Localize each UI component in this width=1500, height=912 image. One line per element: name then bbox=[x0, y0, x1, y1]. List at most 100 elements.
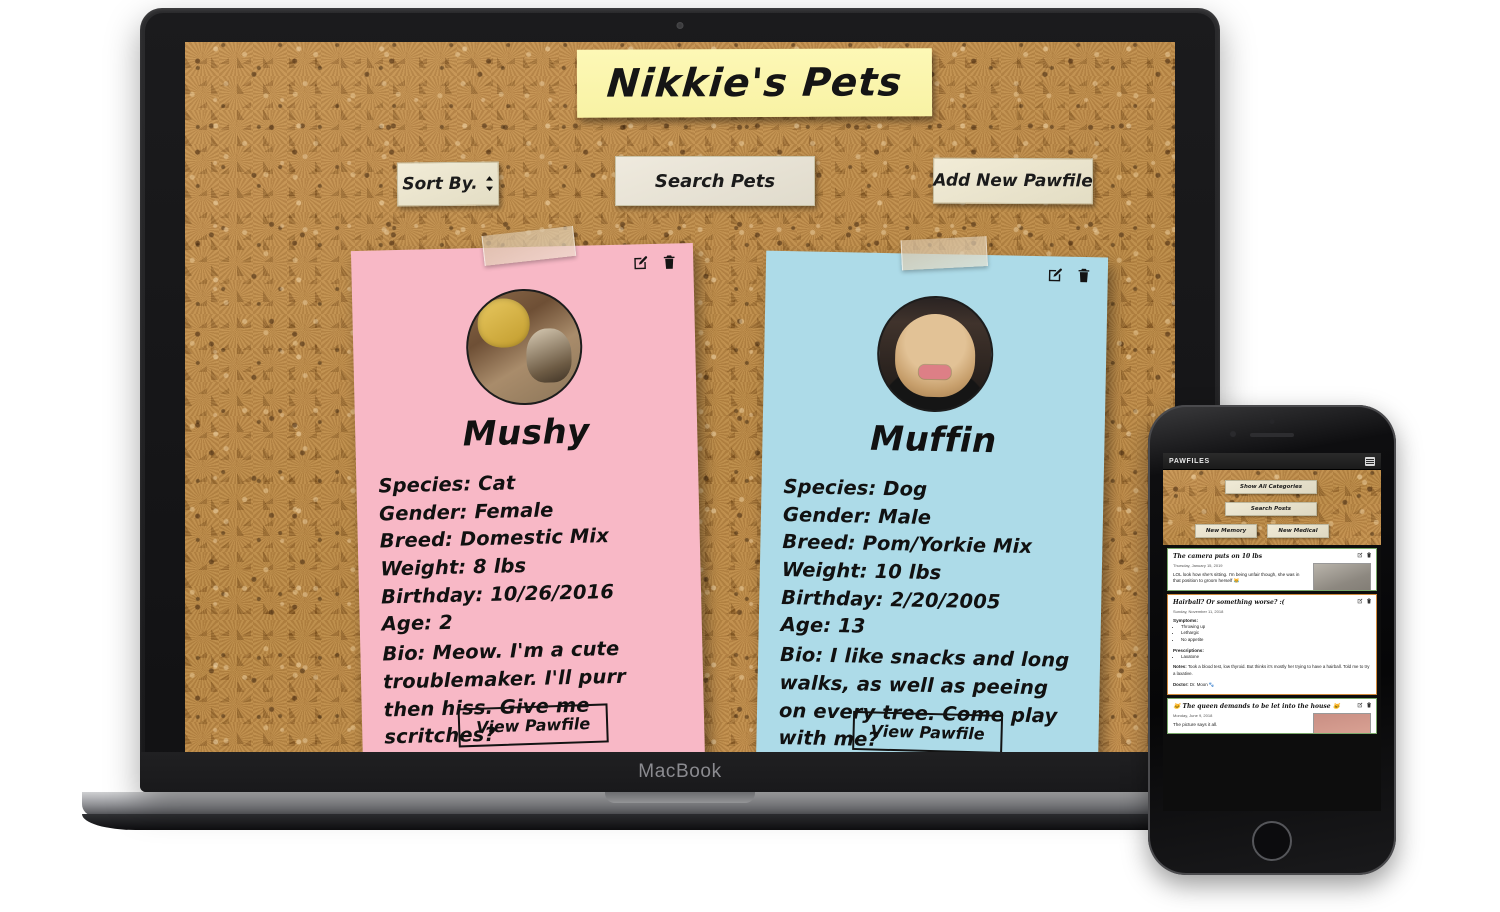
edit-icon[interactable] bbox=[1357, 702, 1363, 708]
add-new-pawfile-button[interactable]: Add New Pawfile bbox=[932, 157, 1094, 205]
page-title-note: Nikkie's Pets bbox=[576, 48, 933, 118]
field-weight-value: 10 lbs bbox=[874, 559, 942, 585]
home-button[interactable] bbox=[1252, 821, 1292, 861]
trash-icon[interactable] bbox=[1366, 598, 1372, 604]
post-body: The picture says it all. bbox=[1173, 721, 1218, 727]
new-memory-button[interactable]: New Memory bbox=[1195, 524, 1257, 538]
pet-card[interactable]: Mushy Species: Cat Gender: Female Breed: bbox=[350, 225, 706, 752]
edit-icon[interactable] bbox=[632, 254, 649, 271]
field-bio-label: Bio: bbox=[779, 643, 824, 667]
field-gender-label: Gender: bbox=[782, 502, 872, 528]
view-pawfile-button[interactable]: View Pawfile bbox=[457, 703, 609, 748]
doctor-line: Doctor: Dr. Moon 🐾 bbox=[1173, 682, 1371, 689]
field-breed-value: Pom/Yorkie Mix bbox=[862, 531, 1033, 559]
field-age: Age: 2 bbox=[381, 604, 680, 639]
post-card[interactable]: The camera puts on 10 lbs Thursday, Janu… bbox=[1167, 548, 1377, 592]
macbook-chin: MacBook bbox=[140, 752, 1220, 792]
post-card[interactable]: 🐱 The queen demands to be let into the h… bbox=[1167, 698, 1377, 735]
field-species-value: Dog bbox=[883, 477, 928, 501]
field-breed-value: Domestic Mix bbox=[459, 524, 610, 551]
card-actions bbox=[632, 253, 677, 271]
post-title: The camera puts on 10 lbs bbox=[1173, 553, 1263, 560]
prescriptions-label: Prescriptions: bbox=[1173, 647, 1204, 653]
edit-icon[interactable] bbox=[1047, 266, 1064, 283]
trash-icon[interactable] bbox=[661, 253, 677, 270]
trash-icon[interactable] bbox=[1366, 552, 1372, 558]
list-item: Lethargic bbox=[1181, 630, 1371, 637]
post-thumbnail bbox=[1313, 713, 1371, 734]
field-species-label: Species: bbox=[378, 472, 472, 498]
search-posts-button[interactable]: Search Posts bbox=[1225, 502, 1317, 516]
list-item: No appetite bbox=[1181, 637, 1371, 644]
screenshot-stage: Nikkie's Pets Sort By. Search Pets Add N… bbox=[0, 0, 1500, 912]
new-medical-button[interactable]: New Medical bbox=[1267, 524, 1329, 538]
field-gender-label: Gender: bbox=[378, 500, 468, 526]
field-weight-value: 8 lbs bbox=[472, 554, 527, 579]
macbook-base-notch bbox=[605, 792, 755, 803]
notes-value: Took a blood test, low thyroid. But thin… bbox=[1173, 664, 1370, 676]
trash-icon[interactable] bbox=[1366, 702, 1372, 708]
list-item: Throwing up bbox=[1181, 624, 1371, 631]
pet-avatar bbox=[876, 294, 995, 414]
edit-icon[interactable] bbox=[1357, 598, 1363, 604]
pet-name: Muffin bbox=[869, 418, 998, 462]
macbook-lid: Nikkie's Pets Sort By. Search Pets Add N… bbox=[140, 8, 1220, 792]
field-weight-label: Weight: bbox=[781, 558, 868, 583]
notes-label: Notes: bbox=[1173, 664, 1187, 670]
post-title: 🐱 The queen demands to be let into the h… bbox=[1173, 703, 1341, 711]
symptoms-list: Throwing up Lethargic No appetite bbox=[1181, 624, 1371, 644]
show-all-categories-button[interactable]: Show All Categories bbox=[1225, 480, 1317, 494]
chevron-updown-icon bbox=[485, 176, 494, 192]
view-pawfile-button[interactable]: View Pawfile bbox=[852, 710, 1004, 752]
field-birthday-label: Birthday: bbox=[380, 582, 484, 609]
post-actions bbox=[1357, 702, 1372, 708]
card-actions bbox=[1047, 266, 1092, 284]
field-breed-label: Breed: bbox=[379, 528, 454, 553]
pet-details: Species: Dog Gender: Male Breed: Pom/Yor… bbox=[778, 473, 1082, 752]
prescriptions-list: Laxatone bbox=[1181, 654, 1371, 661]
field-birthday-value: 2/20/2005 bbox=[890, 587, 1001, 614]
field-age: Age: 13 bbox=[780, 611, 1078, 645]
webcam-icon bbox=[676, 22, 684, 29]
field-bio-label: Bio: bbox=[382, 641, 426, 666]
pet-card[interactable]: Muffin Species: Dog Gender: Male Breed: bbox=[755, 236, 1109, 752]
post-card[interactable]: Hairball? Or something worse? :( Sunday,… bbox=[1167, 594, 1377, 696]
trash-icon[interactable] bbox=[1076, 267, 1092, 284]
pet-avatar bbox=[464, 287, 584, 407]
post-date: Sunday, November 11, 2018 bbox=[1173, 608, 1224, 614]
pet-name: Mushy bbox=[462, 411, 591, 455]
field-age-label: Age: bbox=[780, 613, 832, 638]
toolbar: Sort By. Search Pets Add New Pawfile bbox=[185, 152, 1175, 208]
field-age-value: 2 bbox=[438, 611, 454, 635]
field-species-label: Species: bbox=[783, 475, 877, 500]
search-pets-input[interactable]: Search Pets bbox=[615, 156, 815, 206]
post-actions bbox=[1357, 598, 1372, 604]
field-gender-value: Male bbox=[878, 504, 932, 529]
list-item: Laxatone bbox=[1181, 654, 1371, 661]
edit-icon[interactable] bbox=[1357, 552, 1363, 558]
field-age-value: 13 bbox=[837, 614, 866, 639]
macbook-foot bbox=[82, 814, 1278, 830]
sort-by-label: Sort By. bbox=[402, 173, 478, 195]
iphone-screen: PAWFILES Show All Categories Search Post… bbox=[1163, 453, 1381, 811]
hamburger-icon[interactable] bbox=[1365, 456, 1375, 466]
post-body: LOL look how she's sitting. I'm being un… bbox=[1173, 571, 1300, 584]
earpiece-speaker bbox=[1250, 433, 1294, 437]
doctor-label: Doctor: bbox=[1173, 682, 1189, 688]
post-thumbnail bbox=[1313, 563, 1371, 591]
field-weight-label: Weight: bbox=[380, 555, 467, 581]
post-title: Hairball? Or something worse? :( bbox=[1173, 599, 1285, 607]
proximity-sensor-icon bbox=[1269, 419, 1275, 424]
add-new-pawfile-label: Add New Pawfile bbox=[933, 170, 1093, 192]
doctor-value: Dr. Moon 🐾 bbox=[1189, 682, 1215, 688]
mobile-navbar: PAWFILES bbox=[1163, 453, 1381, 470]
post-actions bbox=[1357, 552, 1372, 558]
field-breed-label: Breed: bbox=[782, 530, 856, 555]
field-age-label: Age: bbox=[381, 611, 433, 636]
iphone-device: PAWFILES Show All Categories Search Post… bbox=[1148, 405, 1396, 875]
field-species-value: Cat bbox=[477, 471, 516, 496]
field-birthday-label: Birthday: bbox=[781, 585, 884, 611]
notes-line: Notes: Took a blood test, low thyroid. B… bbox=[1173, 664, 1371, 677]
sort-by-dropdown[interactable]: Sort By. bbox=[396, 161, 500, 207]
field-birthday-value: 10/26/2016 bbox=[489, 579, 615, 606]
